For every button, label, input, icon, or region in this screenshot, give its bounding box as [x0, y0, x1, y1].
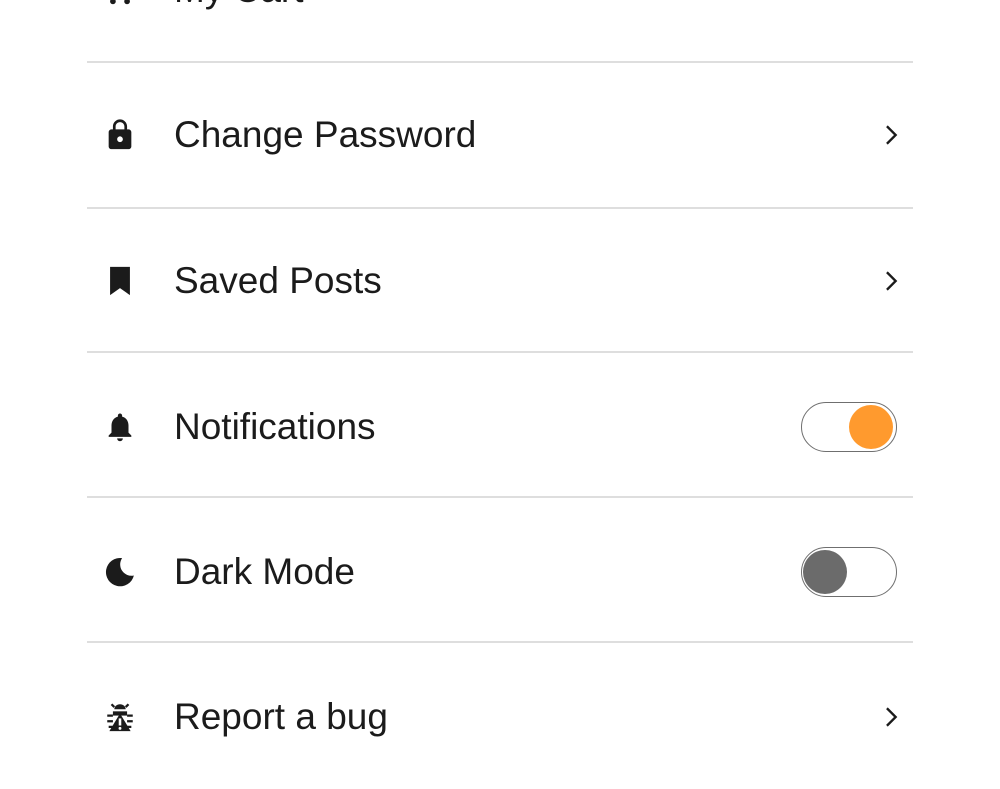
menu-item-label: Change Password [174, 114, 477, 155]
chevron-right-icon [877, 0, 905, 4]
menu-item-dark-mode: Dark Mode [87, 500, 913, 644]
divider [87, 351, 913, 353]
menu-item-report-bug[interactable]: Report a bug [87, 645, 913, 789]
menu-item-saved-posts[interactable]: Saved Posts [87, 209, 913, 353]
toggle-knob [849, 405, 893, 449]
lock-icon [103, 118, 137, 152]
bookmark-icon [103, 264, 137, 298]
notifications-toggle[interactable] [801, 402, 897, 452]
divider [87, 496, 913, 498]
toggle-knob [803, 550, 847, 594]
menu-item-label: Dark Mode [174, 551, 355, 592]
bug-icon [103, 700, 137, 734]
chevron-right-icon [886, 707, 898, 727]
menu-item-my-cart[interactable]: My Cart [87, 0, 913, 62]
menu-item-label: Notifications [174, 406, 376, 447]
menu-item-label: Report a bug [174, 696, 388, 737]
menu-item-notifications: Notifications [87, 355, 913, 499]
dark-mode-toggle[interactable] [801, 547, 897, 597]
menu-item-change-password[interactable]: Change Password [87, 63, 913, 207]
divider [87, 641, 913, 643]
bell-icon [103, 410, 137, 444]
chevron-right-icon [886, 125, 898, 145]
menu-item-label: Saved Posts [174, 260, 382, 301]
menu-item-label: My Cart [174, 0, 304, 11]
moon-icon [103, 555, 137, 589]
chevron-right-icon [886, 271, 898, 291]
cart-icon [103, 0, 137, 7]
